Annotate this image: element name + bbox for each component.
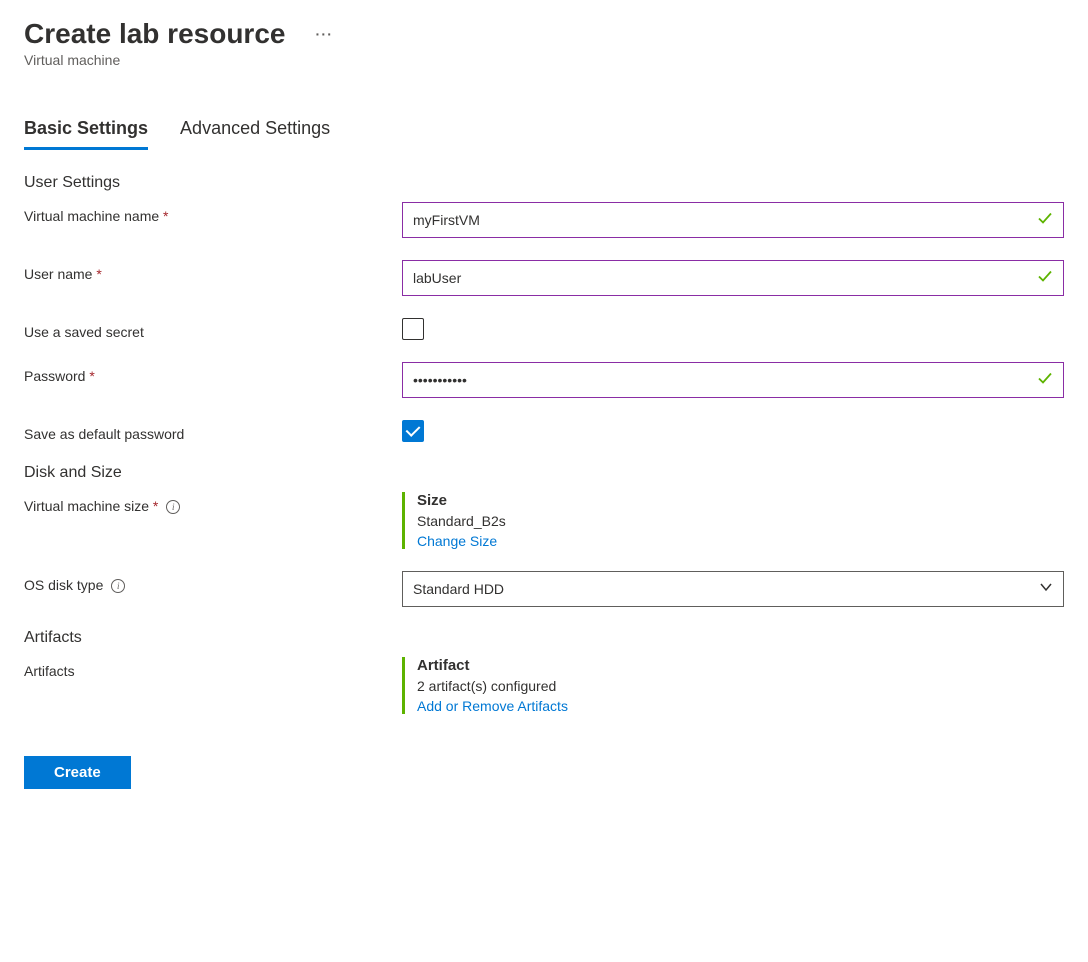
label-vm-size: Virtual machine size * i (24, 492, 402, 514)
artifacts-title: Artifact (417, 657, 1064, 674)
vm-size-title: Size (417, 492, 1064, 509)
chevron-down-icon (1039, 572, 1053, 606)
vm-name-input[interactable] (402, 202, 1064, 238)
page-title-text: Create lab resource (24, 18, 285, 50)
label-save-default-password: Save as default password (24, 420, 402, 442)
label-user-name-text: User name (24, 266, 92, 282)
tab-basic-settings[interactable]: Basic Settings (24, 118, 148, 150)
vm-size-summary: Size Standard_B2s Change Size (402, 492, 1064, 549)
tab-advanced-settings[interactable]: Advanced Settings (180, 118, 330, 150)
label-password: Password * (24, 362, 402, 384)
use-saved-secret-checkbox[interactable] (402, 318, 424, 340)
label-os-disk-type-text: OS disk type (24, 577, 103, 593)
info-icon[interactable]: i (111, 579, 125, 593)
required-icon: * (89, 368, 94, 384)
more-actions-icon[interactable]: ∙∙∙ (315, 26, 333, 42)
section-user-settings: User Settings (24, 174, 1064, 192)
label-artifacts: Artifacts (24, 657, 402, 679)
required-icon: * (96, 266, 101, 282)
vm-size-value: Standard_B2s (417, 513, 1064, 529)
label-use-saved-secret: Use a saved secret (24, 318, 402, 340)
create-button[interactable]: Create (24, 756, 131, 789)
label-user-name: User name * (24, 260, 402, 282)
section-disk-and-size: Disk and Size (24, 464, 1064, 482)
required-icon: * (153, 498, 158, 514)
change-size-link[interactable]: Change Size (417, 533, 497, 549)
user-name-input[interactable] (402, 260, 1064, 296)
page-title: Create lab resource ∙∙∙ (24, 18, 1064, 50)
os-disk-type-value: Standard HDD (413, 581, 504, 597)
artifacts-summary: Artifact 2 artifact(s) configured Add or… (402, 657, 1064, 714)
tabs: Basic Settings Advanced Settings (24, 118, 1064, 150)
label-password-text: Password (24, 368, 85, 384)
os-disk-type-select[interactable]: Standard HDD (402, 571, 1064, 607)
add-remove-artifacts-link[interactable]: Add or Remove Artifacts (417, 698, 568, 714)
label-os-disk-type: OS disk type i (24, 571, 402, 593)
page-subtitle: Virtual machine (24, 52, 1064, 68)
label-vm-name-text: Virtual machine name (24, 208, 159, 224)
save-default-password-checkbox[interactable] (402, 420, 424, 442)
label-vm-size-text: Virtual machine size (24, 498, 149, 514)
password-input[interactable] (402, 362, 1064, 398)
info-icon[interactable]: i (166, 500, 180, 514)
required-icon: * (163, 208, 168, 224)
section-artifacts: Artifacts (24, 629, 1064, 647)
artifacts-value: 2 artifact(s) configured (417, 678, 1064, 694)
label-vm-name: Virtual machine name * (24, 202, 402, 224)
